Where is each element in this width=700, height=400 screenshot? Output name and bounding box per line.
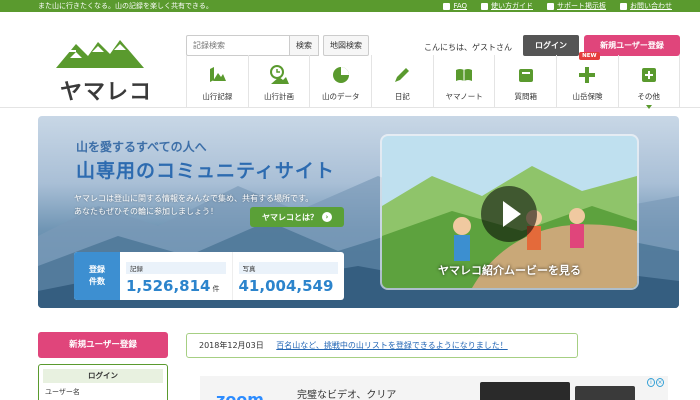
news-bar: 2018年12月03日 百名山など、挑戦中の山リストを登録できるようになりました… [186,333,578,358]
stats-label: 登録 件数 [74,252,120,300]
hero-subtitle: 山を愛するすべての人へ [76,140,207,154]
search-bar: 検索 地図検索 [186,35,369,56]
about-yamareco-button[interactable]: ヤマレコとは？ › [250,207,344,227]
info-icon[interactable]: i [647,378,655,387]
intro-video-thumbnail[interactable]: ヤマレコ紹介ムービーを見る [382,136,637,288]
question-icon [443,2,451,10]
record-search-input[interactable] [186,35,290,56]
news-link[interactable]: 百名山など、挑戦中の山リストを登録できるようになりました！ [276,341,507,350]
nav-item-yamanote[interactable]: ヤマノート [432,55,495,107]
chevron-right-icon: › [322,211,332,222]
photos-count: 41,004,549 [238,277,334,295]
notebook-icon [454,65,474,85]
ad-controls: i × [647,378,665,387]
registration-stats: 登録 件数 記録 1,526,814件 写真 41,004,549枚 [74,252,344,300]
nav-item-plans[interactable]: 山行計画 [247,55,310,107]
insurance-icon [577,65,597,85]
support-board-link[interactable]: サポート掲示板 [547,0,606,12]
plus-icon [639,65,659,85]
search-button[interactable]: 検索 [290,35,319,56]
guide-link[interactable]: 使い方ガイド [481,0,533,12]
faq-link[interactable]: FAQ [443,0,467,12]
top-links: FAQ 使い方ガイド サポート掲示板 お問い合わせ [443,0,672,12]
laptop-image [575,386,635,400]
plan-icon [269,65,290,85]
book-icon [481,2,488,10]
main-nav: 山行記録 山行計画 山のデータ 日記 ヤマノート 質問箱 NEW 山岳保険 その… [186,52,680,109]
sidebar-register-button[interactable]: 新規ユーザー登録 [38,332,168,358]
nav-item-others[interactable]: その他 [617,55,680,109]
data-icon [331,65,351,85]
username-label: ユーザー名 [45,388,80,396]
contact-link[interactable]: お問い合わせ [620,0,672,12]
login-heading: ログイン [43,369,163,383]
laptop-image [480,382,570,400]
login-button[interactable]: ログイン [523,35,579,56]
hero-banner: 山を愛するすべての人へ 山専用のコミュニティサイト ヤマレコは登山に関する情報を… [38,116,679,308]
records-count: 1,526,814 [126,277,211,295]
nav-item-diary[interactable]: 日記 [371,55,433,107]
nav-item-questions[interactable]: 質問箱 [494,55,556,107]
record-icon [207,65,227,85]
top-bar: また山に行きたくなる。山の記録を楽しく共有できる。 FAQ 使い方ガイド サポー… [0,0,700,12]
nav-item-records[interactable]: 山行記録 [186,55,248,107]
sidebar-login-box: ログイン ユーザー名 [38,364,168,400]
board-icon [547,2,554,10]
news-date: 2018年12月03日 [199,341,264,350]
greeting-text: こんにちは、ゲストさん [424,43,512,52]
map-search-button[interactable]: 地図検索 [323,35,369,56]
logo-text[interactable]: ヤマレコ [60,74,152,106]
ad-logo: zoom [216,390,264,400]
mail-icon [620,2,627,10]
chevron-down-icon [645,105,652,109]
hero-title: 山専用のコミュニティサイト [76,160,335,182]
records-stat: 記録 1,526,814 件 [120,252,232,300]
nav-item-insurance[interactable]: NEW 山岳保険 [556,52,618,107]
photos-stat: 写真 41,004,549枚 [231,252,345,300]
nav-item-mountain-data[interactable]: 山のデータ [309,55,371,107]
site-tagline: また山に行きたくなる。山の記録を楽しく共有できる。 [38,2,213,10]
site-header: ヤマレコ 検索 地図検索 こんにちは、ゲストさん ログイン 新規ユーザー登録 山… [0,12,700,109]
ad-text: 完璧なビデオ、クリア [297,390,397,400]
new-badge: NEW [579,52,600,60]
play-icon[interactable] [481,186,537,242]
ad-banner[interactable]: zoom 完璧なビデオ、クリア i × [200,376,668,400]
close-icon[interactable]: × [656,378,664,387]
pencil-icon [392,65,412,85]
video-caption[interactable]: ヤマレコ紹介ムービーを見る [382,262,637,278]
question-box-icon [516,65,536,85]
